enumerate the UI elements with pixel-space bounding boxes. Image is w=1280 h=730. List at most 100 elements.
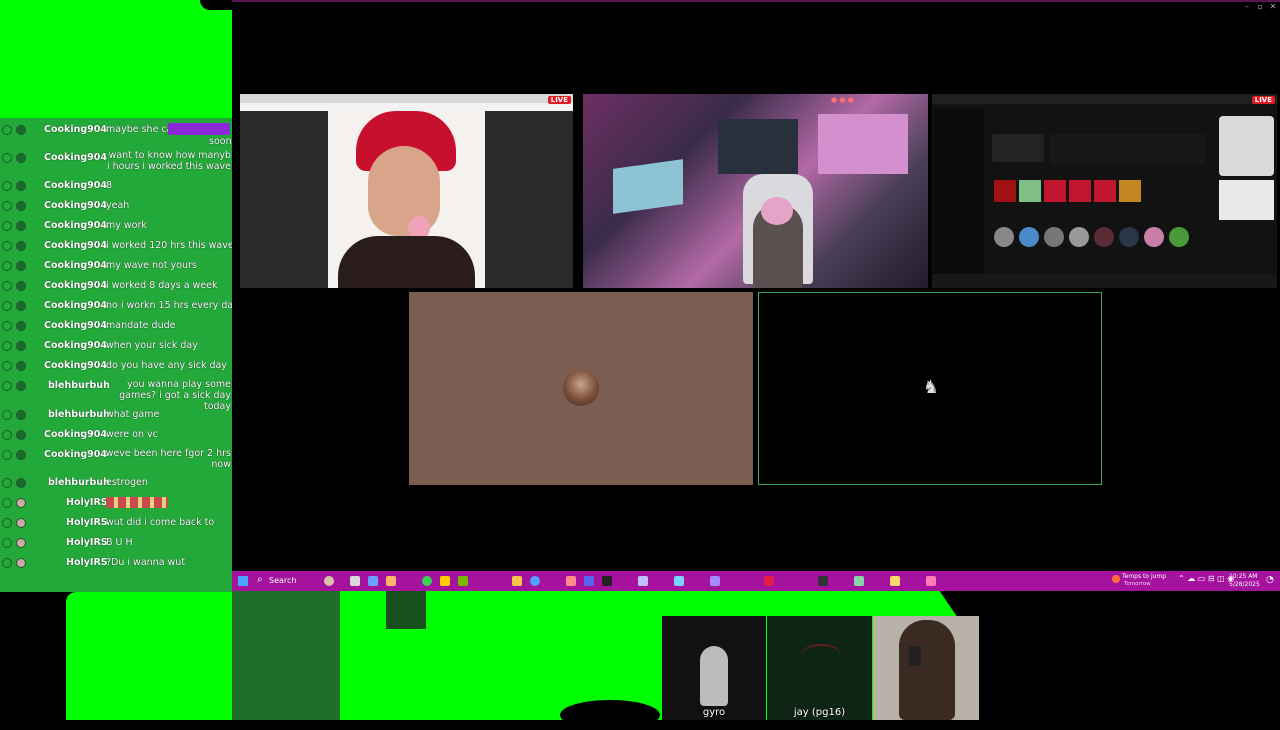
chat-username[interactable]: Cooking904 (44, 429, 107, 440)
participant-thumb-gyro[interactable]: gyro (662, 616, 766, 720)
reply-icon[interactable] (2, 450, 12, 460)
window-minimize-button[interactable]: – (1242, 2, 1252, 11)
windows-start-icon[interactable] (238, 576, 248, 586)
reply-icon[interactable] (2, 241, 12, 251)
chat-username[interactable]: Cooking904 (44, 180, 107, 191)
reply-icon[interactable] (2, 201, 12, 211)
reply-icon[interactable] (2, 361, 12, 371)
reply-icon[interactable] (2, 341, 12, 351)
chat-username[interactable]: Cooking904 (44, 449, 107, 460)
app-icon-10[interactable] (710, 576, 720, 586)
taskbar-search-box[interactable]: Search (269, 576, 296, 585)
chat-text: estrogen (106, 477, 148, 488)
reply-icon[interactable] (2, 558, 12, 568)
app-icon-8[interactable] (638, 576, 648, 586)
participant-avatar (563, 370, 599, 406)
chat-text: were on vc (106, 429, 158, 440)
search-icon[interactable]: ⌕ (257, 574, 263, 585)
chat-text: maybe she ca (106, 124, 173, 135)
chat-username[interactable]: Cooking904 (44, 220, 107, 231)
chat-username[interactable]: Cooking904 (44, 200, 107, 211)
reply-icon[interactable] (2, 321, 12, 331)
notification-bell-icon[interactable]: ◔ (1266, 575, 1274, 585)
nvidia-icon[interactable] (458, 576, 468, 586)
app-icon-1[interactable] (324, 576, 334, 586)
chat-username[interactable]: Cooking904 (44, 152, 107, 163)
app-icon-4[interactable] (440, 576, 450, 586)
chat-username[interactable]: blehburbuh (48, 409, 110, 420)
participant-thumb-jay[interactable]: jay (pg16) (767, 616, 872, 720)
person-photo (328, 111, 485, 288)
chat-panel[interactable]: Cooking904 maybe she ca soon Cooking904 … (0, 118, 232, 592)
app-icon-2[interactable] (368, 576, 378, 586)
user-icon (16, 450, 26, 460)
reply-icon[interactable] (2, 261, 12, 271)
reply-icon[interactable] (2, 381, 12, 391)
chat-username[interactable]: Cooking904 (44, 320, 107, 331)
chat-username[interactable]: Cooking904 (44, 124, 107, 135)
chat-username[interactable]: Cooking904 (44, 300, 107, 311)
chat-username[interactable]: Cooking904 (44, 360, 107, 371)
window-maximize-button[interactable]: ▫ (1255, 2, 1265, 11)
reply-icon[interactable] (2, 410, 12, 420)
file-explorer-icon[interactable] (512, 576, 522, 586)
stream-tile-music-app[interactable]: LIVE (932, 94, 1277, 288)
chat-username[interactable]: Cooking904 (44, 340, 107, 351)
weather-icon[interactable] (1112, 575, 1120, 583)
chat-username[interactable]: HolyIRS (66, 497, 108, 508)
reply-icon[interactable] (2, 181, 12, 191)
user-icon (16, 125, 26, 135)
app-icon-6[interactable] (584, 576, 594, 586)
participant-thumb-camera[interactable] (873, 616, 979, 720)
weather-text[interactable]: Temps to jump (1122, 573, 1166, 580)
reply-icon[interactable] (2, 498, 12, 508)
app-icon-11[interactable] (764, 576, 774, 586)
reply-icon[interactable] (2, 518, 12, 528)
chat-username[interactable]: HolyIRS (66, 517, 108, 528)
app-icon-14[interactable] (890, 576, 900, 586)
app-icon-3[interactable] (386, 576, 396, 586)
task-view-icon[interactable] (350, 576, 360, 586)
reply-icon[interactable] (2, 153, 12, 163)
app-icon-5[interactable] (566, 576, 576, 586)
chat-text: i worked 120 hrs this wave (106, 240, 232, 251)
weather-subtext: Tomorrow (1124, 581, 1151, 587)
chat-text: my wave not yours (106, 260, 197, 271)
app-icon-13[interactable] (854, 576, 864, 586)
participant-tile-speaking[interactable]: ♞ (758, 292, 1102, 485)
reply-icon[interactable] (2, 221, 12, 231)
reply-icon[interactable] (2, 430, 12, 440)
phone-icon (909, 646, 921, 666)
chat-username[interactable]: HolyIRS (66, 557, 108, 568)
chat-username[interactable]: Cooking904 (44, 280, 107, 291)
app-icon-9[interactable] (674, 576, 684, 586)
participant-tile-muted[interactable] (409, 292, 753, 485)
chat-text-continued: soon (209, 136, 232, 147)
chat-username[interactable]: Cooking904 (44, 260, 107, 271)
xbox-icon[interactable] (422, 576, 432, 586)
system-tray-icons[interactable]: ⌃ ☁ ▭ ⊟ ◫ ◉ (1178, 574, 1234, 583)
chat-text: 8 (106, 180, 113, 191)
window-close-button[interactable]: ✕ (1268, 2, 1278, 11)
stream-tile-browser-image[interactable]: LIVE (240, 94, 573, 288)
reply-icon[interactable] (2, 281, 12, 291)
songs-list (1050, 134, 1205, 164)
stream-tile-streamer-room[interactable]: ● ● ● (583, 94, 928, 288)
reply-icon[interactable] (2, 125, 12, 135)
clock-time[interactable]: 10:25 AM (1229, 573, 1257, 580)
chat-text: ?Du i wanna wut (106, 557, 186, 568)
reply-icon[interactable] (2, 538, 12, 548)
app-icon-15[interactable] (926, 576, 936, 586)
chat-username[interactable]: blehburbuh (48, 380, 110, 391)
reply-icon[interactable] (2, 478, 12, 488)
app-icon-7[interactable] (602, 576, 612, 586)
user-avatar (16, 518, 26, 528)
chat-username[interactable]: Cooking904 (44, 240, 107, 251)
dark-shirt (338, 236, 475, 288)
chat-username[interactable]: HolyIRS (66, 537, 108, 548)
gyro-figure (700, 646, 728, 706)
chat-username[interactable]: blehburbuh (48, 477, 110, 488)
browser-icon[interactable] (530, 576, 540, 586)
app-icon-12[interactable] (818, 576, 828, 586)
reply-icon[interactable] (2, 301, 12, 311)
